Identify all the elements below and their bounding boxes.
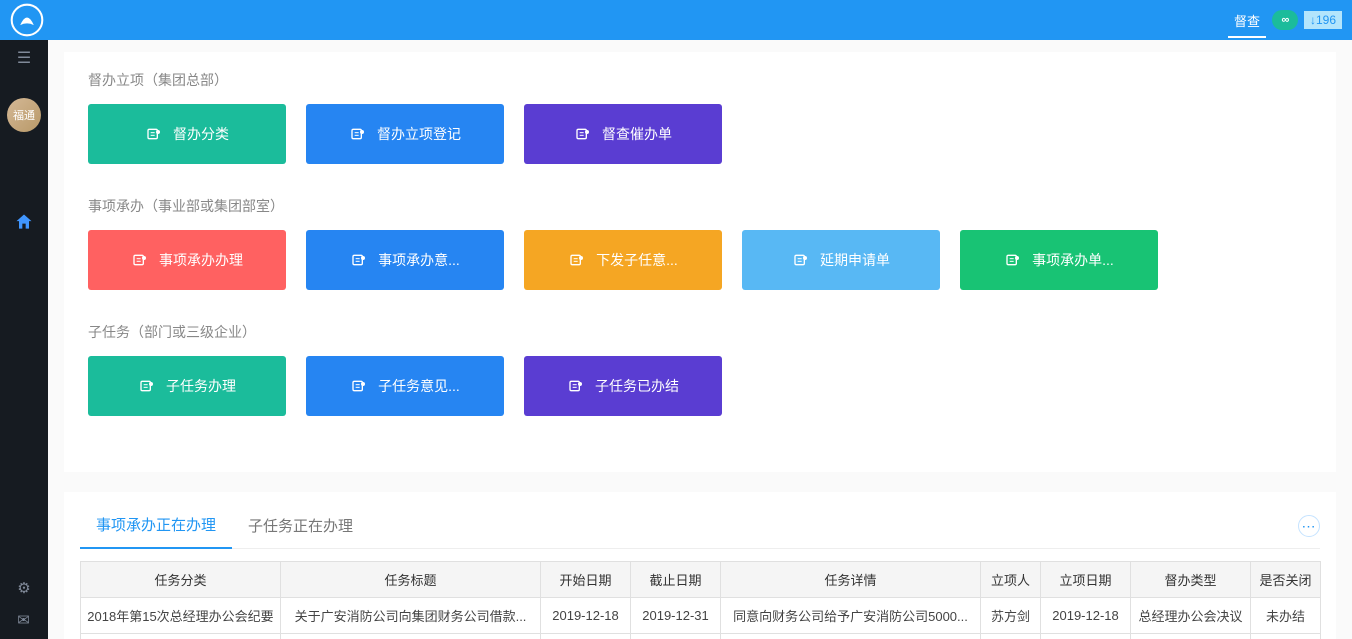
action-card-label: 子任务意见... (378, 376, 460, 396)
action-card-label: 子任务办理 (166, 376, 236, 396)
table-cell: 2019-12-20 (631, 634, 721, 639)
table-row[interactable]: 第一次总经会烟台事业部购买商务车事宜2019-12-172019-12-20准许… (81, 634, 1321, 639)
table-cell: 2019-12-18 (1041, 598, 1131, 634)
action-card[interactable]: 子任务办理 (88, 356, 286, 416)
table-cell: 总经理办公会决议 (1131, 634, 1251, 639)
table-cell: 2019-12-31 (631, 598, 721, 634)
topbar-right: 督查 ∞ ↓196 (1228, 9, 1342, 32)
table-header: 任务标题 (281, 562, 541, 598)
card-row: 子任务办理 子任务意见... 子任务已办结 (88, 356, 1312, 416)
action-card-label: 延期申请单 (820, 250, 890, 270)
header-ducha-tab[interactable]: 督查 (1228, 9, 1266, 32)
table-header: 任务详情 (721, 562, 981, 598)
card-row: 事项承办办理 事项承办意... 下发子任意... 延期申请单 事项承办单... (88, 230, 1312, 290)
table-cell: 田福通 (981, 634, 1041, 639)
table-header: 截止日期 (631, 562, 721, 598)
table-cell: 烟台事业部购买商务车事宜 (281, 634, 541, 639)
table-header: 开始日期 (541, 562, 631, 598)
main-content: 督办立项（集团总部） 督办分类 督办立项登记 督查催办单事项承办（事业部或集团部室） 事… (48, 40, 1352, 639)
action-card-label: 事项承办单... (1032, 250, 1114, 270)
more-icon[interactable]: ⋯ (1298, 515, 1320, 537)
action-card[interactable]: 督办分类 (88, 104, 286, 164)
top-bar: 督查 ∞ ↓196 (0, 0, 1352, 40)
action-card[interactable]: 延期申请单 (742, 230, 940, 290)
table-cell: 第一次总经会 (81, 634, 281, 639)
table-cell: 未办结 (1251, 634, 1321, 639)
table-header: 是否关闭 (1251, 562, 1321, 598)
notification-count: 196 (1316, 13, 1336, 27)
tab-subtasks-processing[interactable]: 子任务正在办理 (232, 505, 369, 548)
message-icon[interactable]: ✉ (17, 611, 30, 629)
action-card-label: 督办分类 (173, 124, 229, 144)
table-cell: 2019-12-17 (1041, 634, 1131, 639)
table-cell: 准许烟台事业部购买商务车 (721, 634, 981, 639)
logo-icon (10, 3, 44, 37)
cloud-icon[interactable]: ∞ (1272, 10, 1298, 30)
table-row[interactable]: 2018年第15次总经理办公会纪要关于广安消防公司向集团财务公司借款...201… (81, 598, 1321, 634)
section-title: 子任务（部门或三级企业） (88, 322, 1312, 342)
logo (8, 1, 46, 39)
action-card[interactable]: 子任务意见... (306, 356, 504, 416)
table-header: 任务分类 (81, 562, 281, 598)
table-header: 立项人 (981, 562, 1041, 598)
action-card-label: 子任务已办结 (595, 376, 679, 396)
table-cell: 未办结 (1251, 598, 1321, 634)
collapse-icon[interactable]: ☰ (17, 48, 31, 68)
avatar[interactable]: 福通 (7, 98, 41, 132)
action-card-label: 督办立项登记 (377, 124, 461, 144)
table-cell: 总经理办公会决议 (1131, 598, 1251, 634)
table-cell: 同意向财务公司给予广安消防公司5000... (721, 598, 981, 634)
table-header: 立项日期 (1041, 562, 1131, 598)
section-title: 督办立项（集团总部） (88, 70, 1312, 90)
table-header: 督办类型 (1131, 562, 1251, 598)
table-panel: 事项承办正在办理 子任务正在办理 ⋯ 任务分类任务标题开始日期截止日期任务详情立… (64, 492, 1336, 639)
tab-tasks-processing[interactable]: 事项承办正在办理 (80, 504, 232, 549)
action-card[interactable]: 督办立项登记 (306, 104, 504, 164)
task-table: 任务分类任务标题开始日期截止日期任务详情立项人立项日期督办类型是否关闭 2018… (80, 561, 1321, 639)
action-card-label: 督查催办单 (602, 124, 672, 144)
action-card[interactable]: 下发子任意... (524, 230, 722, 290)
card-row: 督办分类 督办立项登记 督查催办单 (88, 104, 1312, 164)
action-card[interactable]: 子任务已办结 (524, 356, 722, 416)
action-card[interactable]: 事项承办意... (306, 230, 504, 290)
table-cell: 苏方剑 (981, 598, 1041, 634)
table-cell: 2019-12-18 (541, 598, 631, 634)
table-cell: 2018年第15次总经理办公会纪要 (81, 598, 281, 634)
action-card-label: 下发子任意... (596, 250, 678, 270)
action-card[interactable]: 事项承办单... (960, 230, 1158, 290)
table-cell: 关于广安消防公司向集团财务公司借款... (281, 598, 541, 634)
action-card-label: 事项承办意... (378, 250, 460, 270)
table-tabs: 事项承办正在办理 子任务正在办理 ⋯ (80, 504, 1320, 549)
action-card-label: 事项承办办理 (159, 250, 243, 270)
home-icon[interactable] (14, 212, 34, 237)
action-card[interactable]: 事项承办办理 (88, 230, 286, 290)
settings-icon[interactable]: ⚙ (17, 579, 30, 597)
action-card[interactable]: 督查催办单 (524, 104, 722, 164)
notification-badge[interactable]: ↓196 (1304, 11, 1342, 29)
section-title: 事项承办（事业部或集团部室） (88, 196, 1312, 216)
table-cell: 2019-12-17 (541, 634, 631, 639)
sidebar: ☰ 福通 ⚙ ✉ (0, 40, 48, 639)
